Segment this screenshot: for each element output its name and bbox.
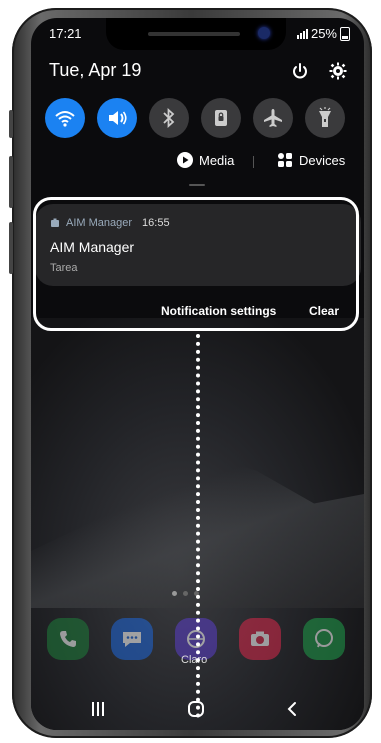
back-chevron-icon [287,702,296,716]
settings-gear-icon[interactable] [327,60,349,82]
phone-app-icon[interactable] [47,618,89,660]
date-row: Tue, Apr 19 [49,60,349,84]
battery-icon [340,26,350,41]
speaker-icon [109,111,127,125]
back-button[interactable] [280,698,304,720]
status-right: 25% [296,26,350,41]
highlight-box [33,197,359,331]
camera-notch [106,18,286,50]
date-label: Tue, Apr 19 [49,60,142,80]
portrait-lock-tile[interactable] [201,98,241,138]
earpiece-speaker [148,32,240,36]
wifi-icon [55,111,75,127]
flashlight-icon [319,107,331,127]
bluetooth-tile[interactable] [149,98,189,138]
devices-grid-icon [278,153,292,167]
panel-drag-handle[interactable] [189,184,205,186]
devices-button[interactable]: Devices [277,152,345,168]
front-camera [258,27,270,39]
annotation-dotted-line [196,334,200,718]
status-time: 17:21 [49,26,82,41]
play-icon [177,152,193,168]
volume-up-button [9,110,13,138]
whatsapp-app-icon[interactable] [303,618,345,660]
bluetooth-icon [163,108,175,128]
camera-app-icon[interactable] [239,618,281,660]
page-indicator [172,591,199,596]
media-devices-row: Media Devices [31,152,364,174]
messages-app-icon[interactable] [111,618,153,660]
airplane-icon [264,109,282,127]
wifi-tile[interactable] [45,98,85,138]
bixby-button [9,222,13,274]
flashlight-tile[interactable] [305,98,345,138]
status-bar: 17:21 25% [31,18,364,50]
power-icon[interactable] [289,60,311,82]
media-label: Media [199,152,235,168]
recents-icon [92,702,104,716]
signal-icon [296,28,308,39]
divider [253,156,254,168]
dock-app-label: Claro [181,654,208,666]
sound-tile[interactable] [97,98,137,138]
recent-apps-button[interactable] [86,698,110,720]
battery-percent: 25% [310,26,337,41]
devices-label: Devices [299,152,346,168]
rotation-lock-icon [215,110,227,126]
media-button[interactable]: Media [177,152,234,168]
airplane-mode-tile[interactable] [253,98,293,138]
volume-down-button [9,156,13,208]
quick-settings-tiles [45,98,345,138]
